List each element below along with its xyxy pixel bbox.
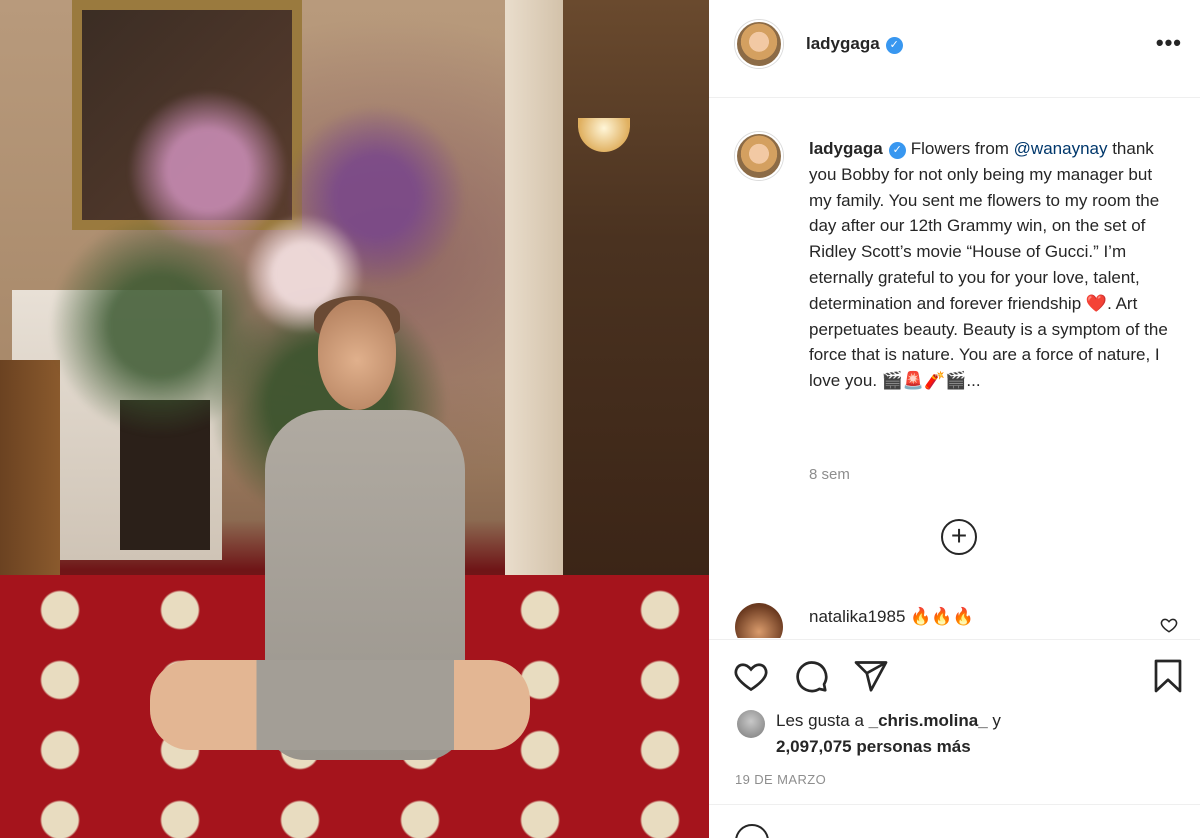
likes-count-link[interactable]: 2,097,075 personas más xyxy=(776,737,971,756)
heart-icon[interactable] xyxy=(733,658,769,694)
post-actions: Les gusta a _chris.molina_ y 2,097,075 p… xyxy=(709,639,1200,838)
caption-username[interactable]: ladygaga ✓ xyxy=(809,139,906,159)
caption-body-start: Flowers from xyxy=(910,139,1014,158)
comment-text: natalika1985 🔥🔥🔥 xyxy=(809,607,974,627)
caption-section: ladygaga ✓ Flowers from @wanaynay thank yo… xyxy=(709,99,1200,599)
post-header: ladygaga ✓ ••• xyxy=(709,0,1200,98)
likes-middle: y xyxy=(987,711,1001,730)
liker-avatar[interactable] xyxy=(737,710,765,738)
likes-prefix: Les gusta a xyxy=(776,711,869,730)
share-icon[interactable] xyxy=(853,658,889,694)
liker-username[interactable]: _chris.molina_ xyxy=(869,711,988,730)
likes-text: Les gusta a _chris.molina_ y 2,097,075 p… xyxy=(776,708,1176,760)
comment-body: 🔥🔥🔥 xyxy=(910,607,974,626)
caption-username-text[interactable]: ladygaga xyxy=(809,139,883,158)
caption-age[interactable]: 8 sem xyxy=(809,466,850,483)
bookmark-icon[interactable] xyxy=(1150,658,1186,694)
post-photo[interactable] xyxy=(0,0,709,838)
emoji-picker-icon[interactable] xyxy=(735,824,769,838)
comment-icon[interactable] xyxy=(793,658,829,694)
divider xyxy=(709,804,1200,805)
author-username[interactable]: ladygaga ✓ xyxy=(806,34,903,54)
caption-body-middle: thank you Bobby for not only being my ma… xyxy=(809,139,1160,313)
caption-text: ladygaga ✓ Flowers from @wanaynay thank yo… xyxy=(809,136,1179,394)
caption-heart-emoji: ❤️ xyxy=(1085,293,1108,313)
photo-person-head xyxy=(318,300,396,410)
commenter-username[interactable]: natalika1985 xyxy=(809,607,905,626)
photo-side-table xyxy=(0,360,60,610)
verified-badge-icon: ✓ xyxy=(885,37,903,54)
comment-row: natalika1985 🔥🔥🔥 xyxy=(709,598,1200,638)
post-side-panel: ladygaga ✓ ••• ladygaga ✓ Flowers from @wan… xyxy=(709,0,1200,838)
caption-mention-link[interactable]: @wanaynay xyxy=(1014,139,1108,158)
commenter-avatar[interactable] xyxy=(735,603,783,638)
caption-author-avatar[interactable] xyxy=(735,132,783,180)
add-circle-icon[interactable]: + xyxy=(941,519,977,555)
author-username-text[interactable]: ladygaga xyxy=(806,34,880,53)
author-avatar[interactable] xyxy=(735,20,783,68)
post-date[interactable]: 19 DE MARZO xyxy=(735,772,826,787)
caption-verified-badge-icon: ✓ xyxy=(888,142,906,159)
more-options-icon[interactable]: ••• xyxy=(1156,30,1182,56)
photo-person-legs xyxy=(150,660,530,750)
comment-like-heart-icon[interactable] xyxy=(1160,616,1178,634)
photo-hallway xyxy=(560,0,709,600)
